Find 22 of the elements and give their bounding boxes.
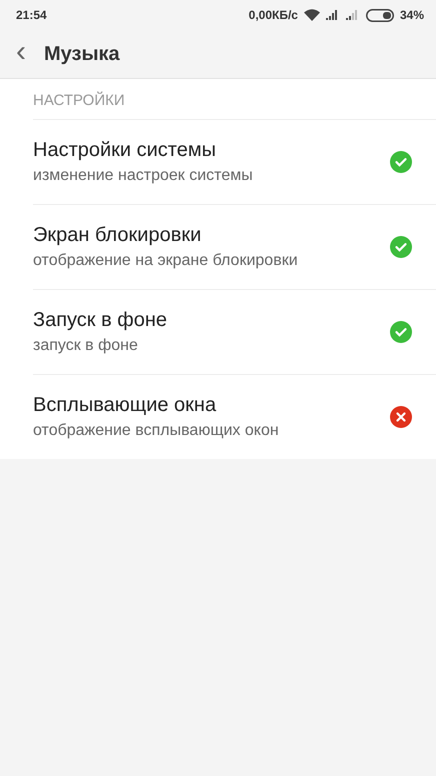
permission-title: Запуск в фоне	[33, 309, 168, 332]
section-header: НАСТРОЙКИ	[33, 79, 436, 120]
permission-row[interactable]: Настройки системы изменение настроек системы	[33, 120, 436, 205]
page-title: Музыка	[44, 42, 120, 66]
battery-icon	[366, 8, 394, 22]
permission-row[interactable]: Экран блокировки отображение на экране блокировки	[33, 205, 436, 290]
permission-description: отображение на экране блокировки	[33, 252, 299, 270]
permission-title: Экран блокировки	[33, 224, 202, 247]
signal-icon	[326, 10, 340, 20]
permission-row[interactable]: Всплывающие окна отображение всплывающих окон	[33, 375, 436, 459]
permission-title: Всплывающие окна	[33, 394, 218, 417]
permission-description: запуск в фоне	[33, 337, 139, 355]
back-button[interactable]: ‹	[16, 37, 36, 71]
wifi-icon	[304, 9, 320, 21]
permission-description: отображение всплывающих окон	[33, 422, 280, 440]
permission-row[interactable]: Запуск в фоне запуск в фоне	[33, 290, 436, 375]
signal-icon	[346, 10, 360, 20]
permission-description: изменение настроек системы	[33, 167, 254, 185]
permission-title: Настройки системы	[33, 139, 217, 162]
battery-percent: 34%	[400, 8, 424, 22]
network-speed: 0,00КБ/с	[248, 8, 298, 22]
clock: 21:54	[16, 8, 47, 22]
